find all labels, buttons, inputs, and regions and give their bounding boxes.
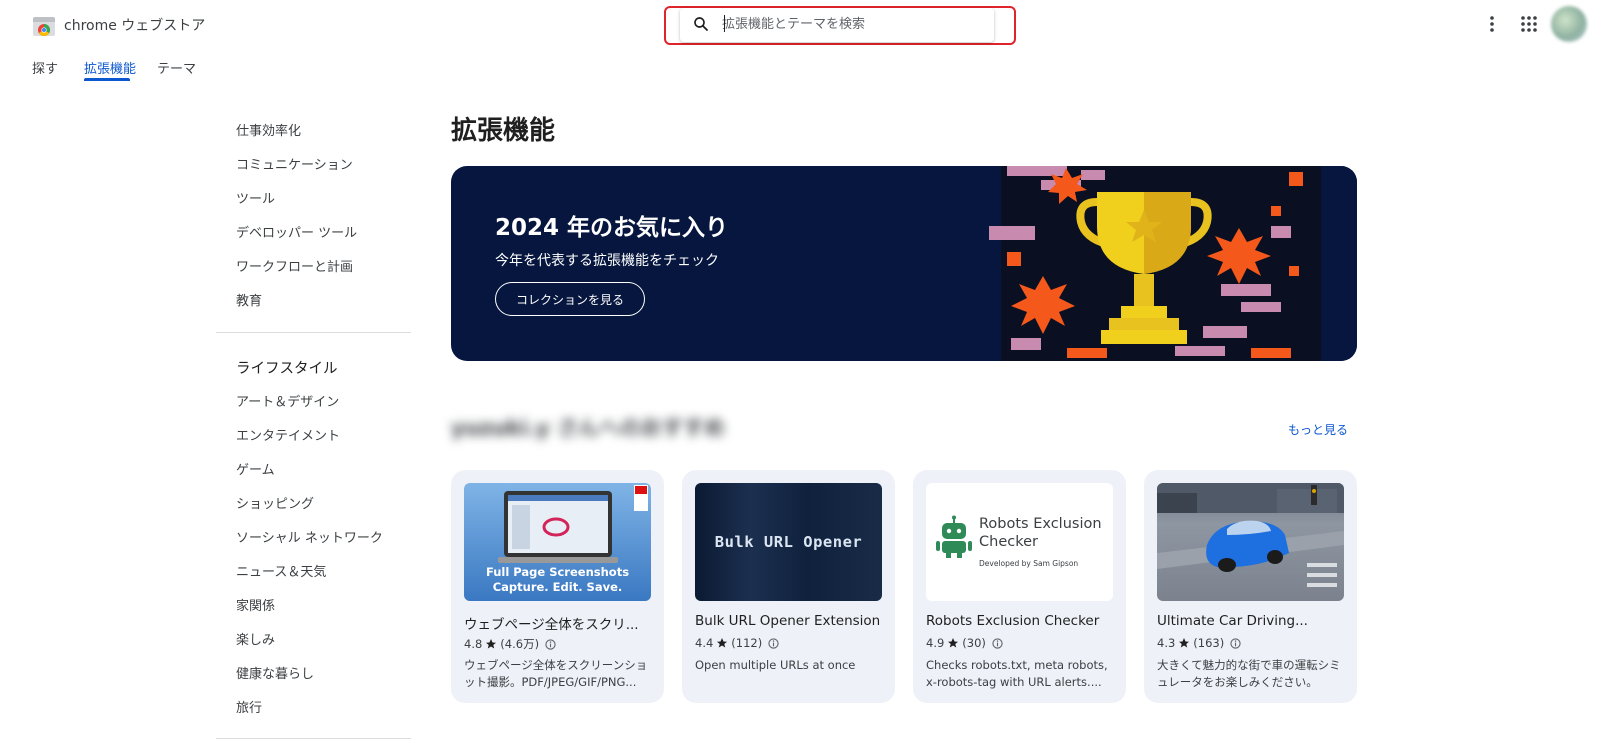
chrome-web-store-logo[interactable] xyxy=(32,14,56,38)
rating-value: 4.8 xyxy=(464,637,483,651)
thumb-caption: Bulk URL Opener xyxy=(714,533,863,551)
page-title: 拡張機能 xyxy=(451,116,556,146)
rating-count: (163) xyxy=(1193,636,1225,650)
sidebar-heading-lifestyle[interactable]: ライフスタイル xyxy=(236,357,338,378)
thumb-caption-line2: Checker xyxy=(979,534,1038,550)
star-icon xyxy=(948,638,959,648)
card-thumbnail xyxy=(1157,483,1344,601)
card-rating: 4.4 (112) xyxy=(695,636,779,650)
card-thumbnail: Robots Exclusion Checker Developed by Sa… xyxy=(926,483,1113,601)
thumb-caption-line1: Robots Exclusion xyxy=(979,516,1102,532)
extension-card[interactable]: Bulk URL Opener Bulk URL Opener Extensio… xyxy=(682,470,895,703)
sidebar-item-communication[interactable]: コミュニケーション xyxy=(236,154,353,173)
card-title[interactable]: Bulk URL Opener Extension xyxy=(695,613,885,629)
sidebar-item-developer-tools[interactable]: デベロッパー ツール xyxy=(236,222,357,241)
sidebar-item-travel[interactable]: 旅行 xyxy=(236,697,262,716)
header: chrome ウェブストア xyxy=(0,0,1600,48)
more-vert-icon[interactable] xyxy=(1482,14,1502,34)
sidebar-item-household[interactable]: 家関係 xyxy=(236,595,275,614)
sidebar-divider xyxy=(216,332,411,333)
banner-subtitle: 今年を代表する拡張機能をチェック xyxy=(495,253,719,269)
brand-name[interactable]: chrome ウェブストア xyxy=(64,15,205,35)
tab-themes[interactable]: テーマ xyxy=(157,58,196,77)
active-tab-indicator xyxy=(84,78,130,81)
info-icon[interactable] xyxy=(545,638,556,650)
card-description: 大きくて魅力的な街で車の運転シミュレータをお楽しみください。 xyxy=(1157,658,1341,689)
sidebar-item-entertainment[interactable]: エンタテイメント xyxy=(236,425,340,444)
card-description: Open multiple URLs at once xyxy=(695,658,856,672)
star-icon xyxy=(486,639,497,649)
sidebar-item-art-design[interactable]: アート＆デザイン xyxy=(236,391,339,410)
banner-title: 2024 年のお気に入り xyxy=(495,215,729,241)
promo-banner[interactable]: 2024 年のお気に入り 今年を代表する拡張機能をチェック コレクションを見る xyxy=(451,166,1357,361)
thumb-caption-line2: Capture. Edit. Save. xyxy=(492,580,623,594)
thumb-caption-small: Developed by Sam Gipson xyxy=(979,559,1079,568)
card-description: ウェブページ全体をスクリーンショット撮影。PDF/JPEG/GIF/PNG... xyxy=(464,658,648,689)
extension-card[interactable]: Full Page Screenshots Capture. Edit. Sav… xyxy=(451,470,664,703)
card-rating: 4.8 (4.6万) xyxy=(464,636,556,652)
card-title[interactable]: ウェブページ全体をスクリ... xyxy=(464,613,654,633)
card-title[interactable]: Robots Exclusion Checker xyxy=(926,613,1116,629)
recommendations-title: yuzuki.y さんへのおすすめ xyxy=(451,416,725,440)
sidebar-item-shopping[interactable]: ショッピング xyxy=(236,493,314,512)
google-apps-icon[interactable] xyxy=(1519,14,1539,34)
rating-count: (112) xyxy=(731,636,763,650)
sidebar-item-education[interactable]: 教育 xyxy=(236,290,262,309)
extension-card[interactable]: Ultimate Car Driving... 4.3 (163) 大きくて魅力… xyxy=(1144,470,1357,703)
car-game-thumbnail-art xyxy=(1157,483,1344,587)
info-icon[interactable] xyxy=(1230,637,1241,649)
sidebar-item-social[interactable]: ソーシャル ネットワーク xyxy=(236,527,383,546)
see-more-link[interactable]: もっと見る xyxy=(1288,421,1348,438)
search-icon xyxy=(694,17,708,31)
robot-icon xyxy=(936,515,972,558)
sidebar-item-games[interactable]: ゲーム xyxy=(236,459,275,478)
sidebar-item-news-weather[interactable]: ニュース＆天気 xyxy=(236,561,326,580)
info-icon[interactable] xyxy=(992,637,1003,649)
thumb-caption-line1: Full Page Screenshots xyxy=(485,565,630,579)
search-input[interactable] xyxy=(722,13,982,35)
rating-count: (30) xyxy=(962,636,986,650)
account-avatar[interactable] xyxy=(1551,6,1587,42)
text-caret xyxy=(724,15,725,32)
card-rating: 4.9 (30) xyxy=(926,636,1003,650)
sidebar-item-productivity[interactable]: 仕事効率化 xyxy=(236,120,301,139)
card-thumbnail: Bulk URL Opener xyxy=(695,483,882,601)
extension-card[interactable]: Robots Exclusion Checker Developed by Sa… xyxy=(913,470,1126,703)
sidebar-item-tools[interactable]: ツール xyxy=(236,188,275,207)
card-title[interactable]: Ultimate Car Driving... xyxy=(1157,613,1347,629)
rating-count: (4.6万) xyxy=(500,637,540,651)
view-collection-button[interactable]: コレクションを見る xyxy=(495,282,645,316)
sidebar-item-fun[interactable]: 楽しみ xyxy=(236,629,275,648)
sidebar-item-workflow[interactable]: ワークフローと計画 xyxy=(236,256,353,275)
card-description: Checks robots.txt, meta robots, x-robots… xyxy=(926,658,1108,689)
star-icon xyxy=(1179,638,1190,648)
sidebar-divider xyxy=(216,738,411,739)
info-icon[interactable] xyxy=(768,637,779,649)
trophy-illustration xyxy=(971,166,1357,361)
rating-value: 4.3 xyxy=(1157,636,1176,650)
rating-value: 4.4 xyxy=(695,636,714,650)
card-thumbnail: Full Page Screenshots Capture. Edit. Sav… xyxy=(464,483,651,601)
star-icon xyxy=(717,638,728,648)
sidebar-item-wellbeing[interactable]: 健康な暮らし xyxy=(236,663,314,682)
tab-explore[interactable]: 探す xyxy=(32,58,58,77)
card-rating: 4.3 (163) xyxy=(1157,636,1241,650)
tab-extensions[interactable]: 拡張機能 xyxy=(84,58,136,77)
rating-value: 4.9 xyxy=(926,636,945,650)
